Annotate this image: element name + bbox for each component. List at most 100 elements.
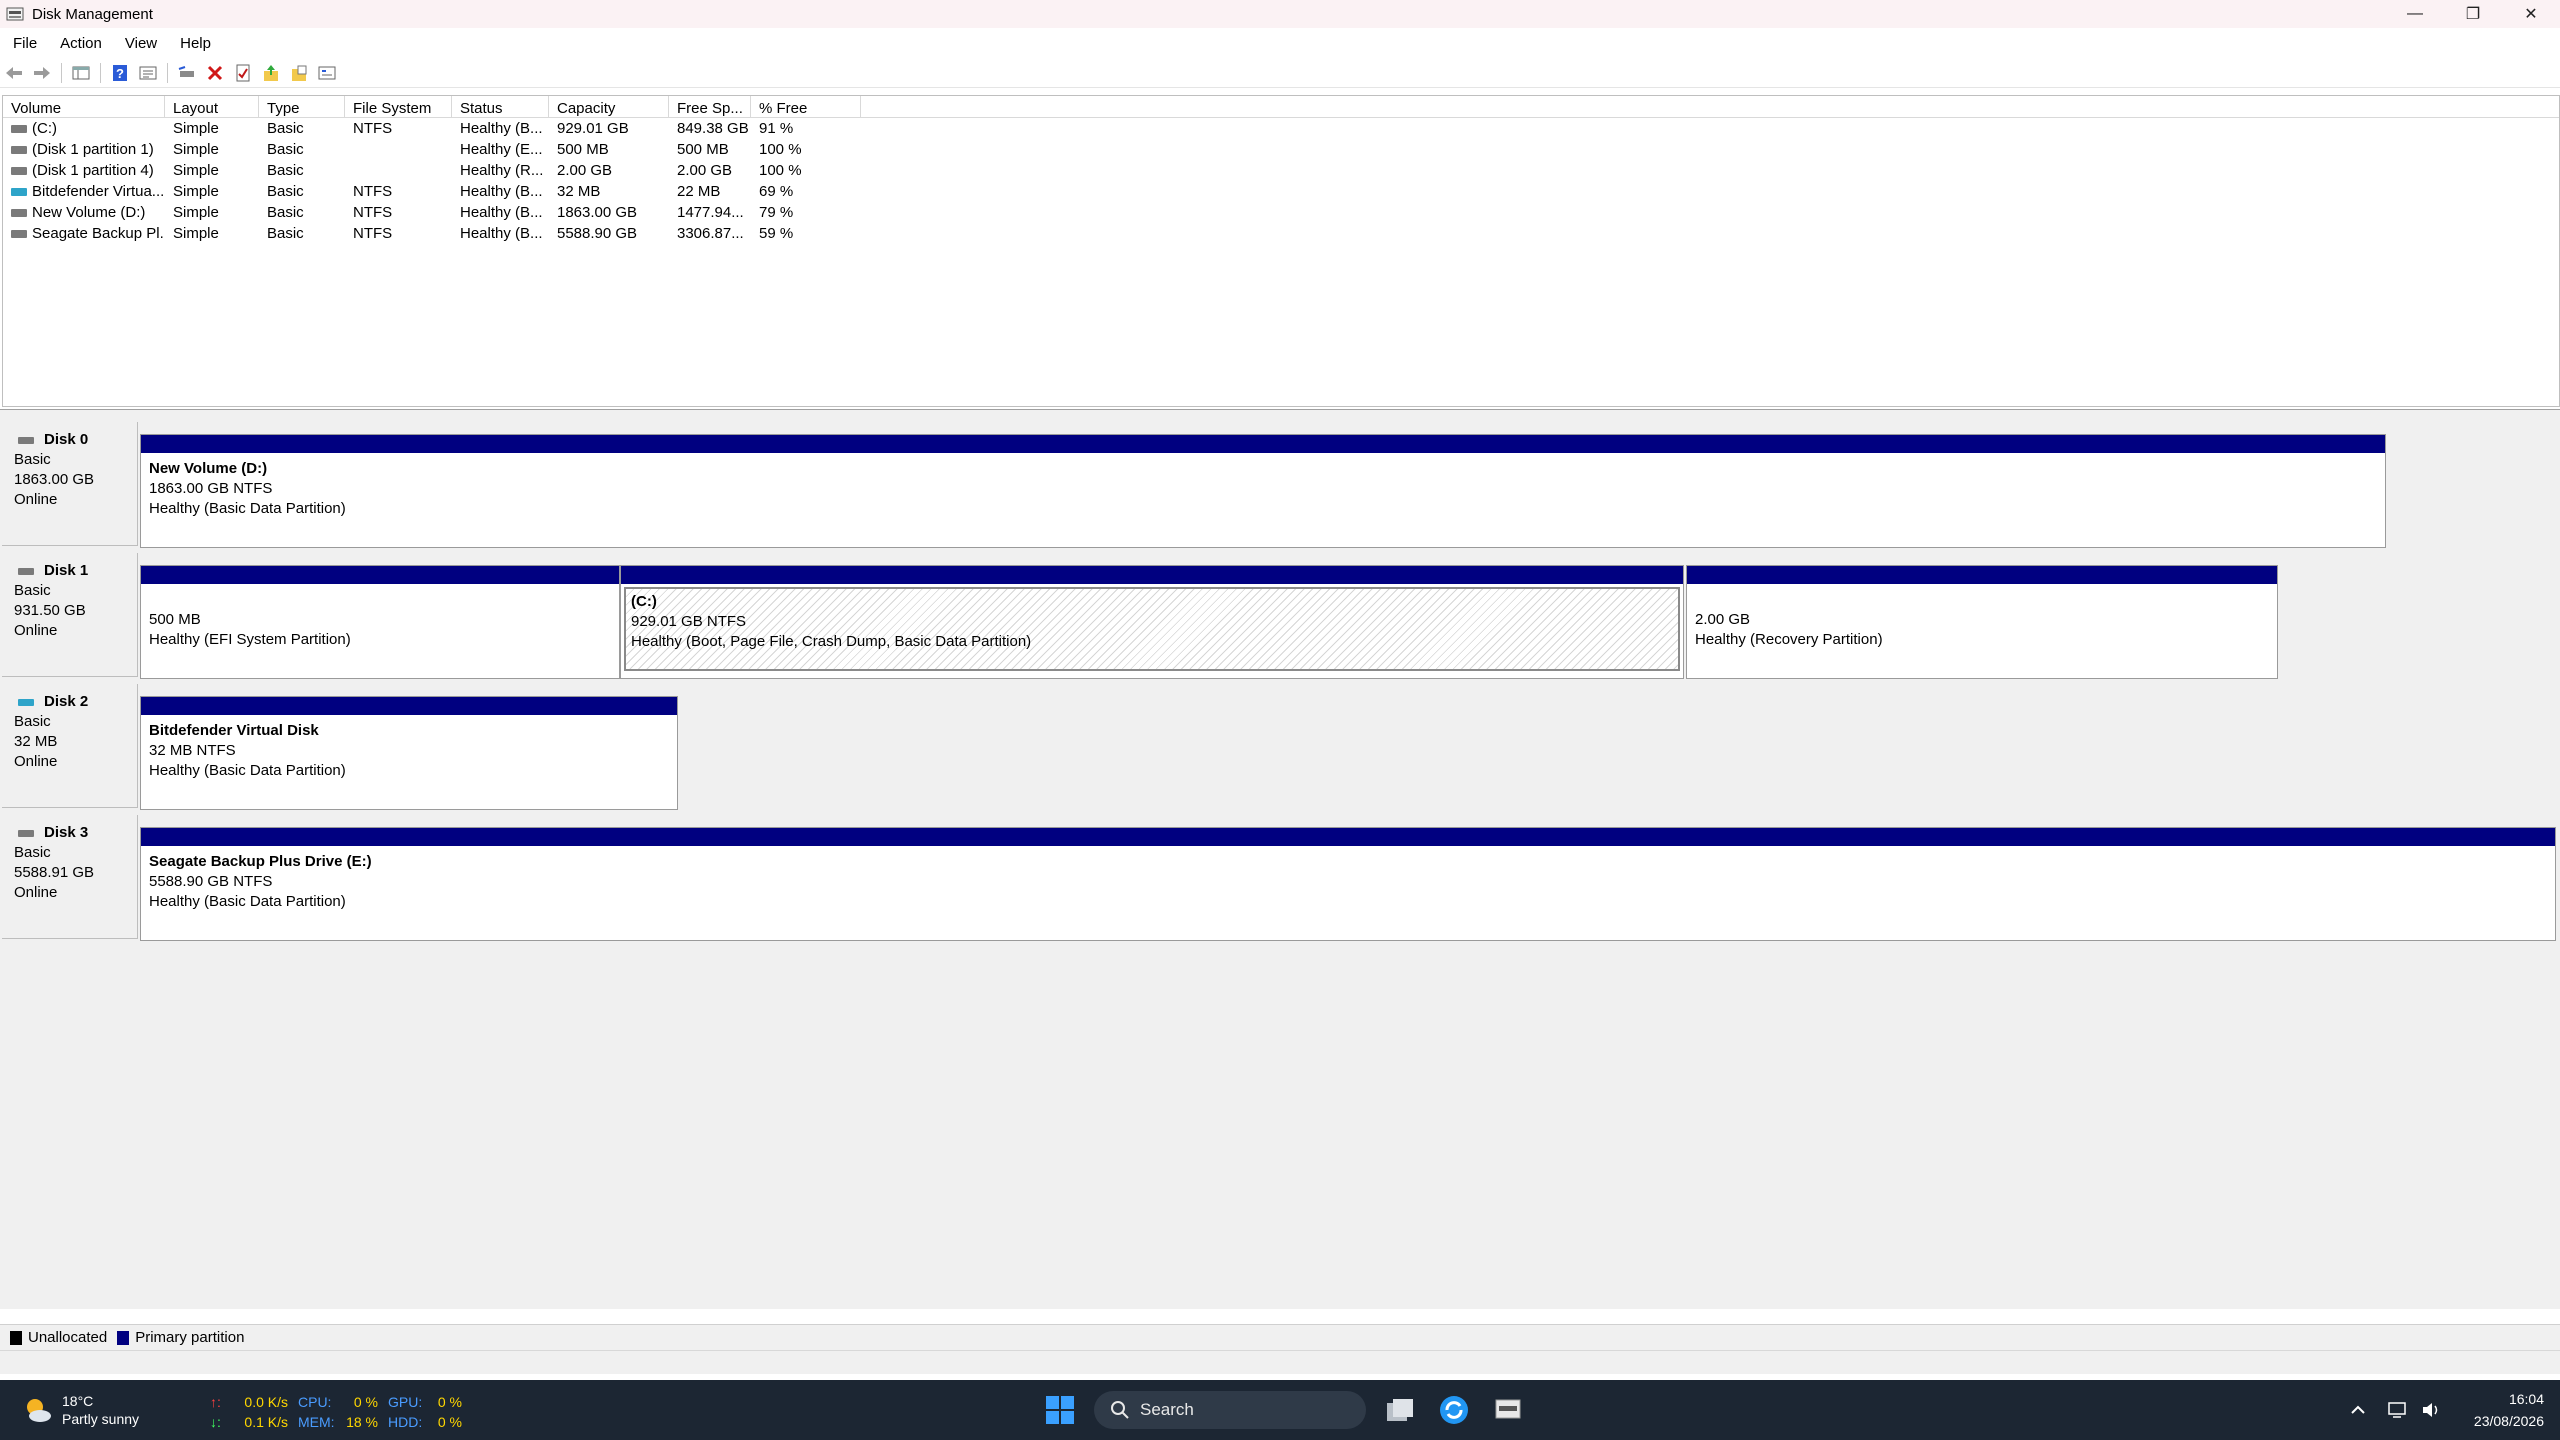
primary-partition-bar xyxy=(141,697,677,715)
partition-size: 32 MB NTFS xyxy=(149,742,236,759)
taskbar: 18°C Partly sunny ↑: 0.0 K/s CPU: 0 % GP… xyxy=(0,1380,2560,1440)
restore-button[interactable]: ❐ xyxy=(2444,0,2502,28)
connect-drive-icon xyxy=(178,65,194,77)
menu-file[interactable]: File xyxy=(0,35,47,52)
export-icon xyxy=(264,64,278,81)
column-type[interactable]: Type xyxy=(259,96,345,117)
start-button[interactable] xyxy=(1040,1390,1080,1430)
cell-status: Healthy (B... xyxy=(460,204,543,221)
console-tree-button[interactable] xyxy=(67,60,95,86)
legend-primary: Primary partition xyxy=(135,1329,245,1346)
disk-row-2: Disk 2 Basic 32 MB Online Bitdefender Vi… xyxy=(0,684,2560,810)
table-row[interactable]: (Disk 1 partition 1) Simple Basic Healthy (… xyxy=(3,139,2559,160)
cell-file-system: NTFS xyxy=(353,204,393,221)
console-tree-icon xyxy=(72,66,90,79)
search-label: Search xyxy=(1140,1400,1194,1419)
cell-volume: (C:) xyxy=(3,120,165,137)
task-view-icon xyxy=(1387,1399,1413,1421)
hdd-value: 0 % xyxy=(437,1414,462,1430)
primary-partition-bar xyxy=(141,828,2555,846)
cpu-label: CPU: xyxy=(298,1394,332,1410)
cell-file-system: NTFS xyxy=(353,183,393,200)
partition-disk3-e[interactable]: Seagate Backup Plus Drive (E:) 5588.90 G… xyxy=(140,827,2556,941)
check-button[interactable] xyxy=(229,60,257,86)
menu-help[interactable]: Help xyxy=(167,35,221,52)
table-row[interactable]: New Volume (D:) Simple Basic NTFS Healthy (B… xyxy=(3,202,2559,223)
menu-action[interactable]: Action xyxy=(47,35,112,52)
partition-disk1-efi[interactable]: 500 MB Healthy (EFI System Partition) xyxy=(140,565,620,679)
primary-partition-bar xyxy=(621,566,1683,584)
partition-disk1-c[interactable]: (C:) 929.01 GB NTFS Healthy (Boot, Page … xyxy=(620,565,1684,679)
partition-status: Healthy (Basic Data Partition) xyxy=(149,893,346,910)
window-controls: — ❐ ✕ xyxy=(2386,0,2560,28)
svg-text:?: ? xyxy=(116,66,124,81)
column-capacity[interactable]: Capacity xyxy=(549,96,669,117)
network-button[interactable] xyxy=(2384,1390,2412,1430)
taskbar-search[interactable]: Search xyxy=(1094,1391,1366,1429)
disk-row-3: Disk 3 Basic 5588.91 GB Online Seagate B… xyxy=(0,815,2560,941)
cpu-value: 0 % xyxy=(353,1394,378,1410)
table-row[interactable]: (C:) Simple Basic NTFS Healthy (B... 929.01 G… xyxy=(3,118,2559,139)
disk-label-3[interactable]: Disk 3 Basic 5588.91 GB Online xyxy=(2,815,138,939)
partition-disk0-d[interactable]: New Volume (D:) 1863.00 GB NTFS Healthy … xyxy=(140,434,2386,548)
table-row[interactable]: Seagate Backup Pl... Simple Basic NTFS Healt… xyxy=(3,223,2559,244)
volume-button[interactable] xyxy=(2418,1390,2446,1430)
table-row[interactable]: (Disk 1 partition 4) Simple Basic Healthy (… xyxy=(3,160,2559,181)
properties-button[interactable] xyxy=(134,60,162,86)
column-percent-free[interactable]: % Free xyxy=(751,96,861,117)
partition-disk2-bitdefender[interactable]: Bitdefender Virtual Disk 32 MB NTFS Heal… xyxy=(140,696,678,810)
delete-button[interactable] xyxy=(201,60,229,86)
forward-button[interactable] xyxy=(28,60,56,86)
column-layout[interactable]: Layout xyxy=(165,96,259,117)
folder-open-button[interactable] xyxy=(285,60,313,86)
sync-app-icon xyxy=(1440,1396,1468,1424)
primary-partition-bar xyxy=(141,435,2385,453)
cell-percent-free: 100 % xyxy=(759,141,802,158)
disk-label-2[interactable]: Disk 2 Basic 32 MB Online xyxy=(2,684,138,808)
column-status[interactable]: Status xyxy=(452,96,549,117)
export-button[interactable] xyxy=(257,60,285,86)
column-file-system[interactable]: File System xyxy=(345,96,452,117)
taskbar-app-disk-management[interactable] xyxy=(1488,1390,1528,1430)
cell-percent-free: 69 % xyxy=(759,183,794,200)
toolbar-separator xyxy=(167,62,168,83)
close-button[interactable]: ✕ xyxy=(2502,0,2560,28)
partition-status: Healthy (Basic Data Partition) xyxy=(149,762,346,779)
weather-widget[interactable]: 18°C Partly sunny xyxy=(22,1392,139,1428)
cell-capacity: 500 MB xyxy=(557,141,609,158)
search-icon xyxy=(1111,1401,1129,1419)
disk-drive-icon xyxy=(18,436,34,444)
table-row[interactable]: Bitdefender Virtua... Simple Basic NTFS Heal… xyxy=(3,181,2559,202)
help-button[interactable]: ? xyxy=(106,60,134,86)
clock[interactable]: 16:04 23/08/2026 xyxy=(2474,1388,2544,1432)
help-icon: ? xyxy=(113,64,127,81)
taskbar-app-sync[interactable] xyxy=(1434,1390,1474,1430)
hdd-label: HDD: xyxy=(388,1414,423,1430)
partly-sunny-icon xyxy=(27,1399,51,1422)
partition-title: Bitdefender Virtual Disk xyxy=(149,722,319,739)
refresh-button[interactable] xyxy=(313,60,341,86)
partition-size: 2.00 GB xyxy=(1695,611,1751,628)
partition-disk1-recovery[interactable]: 2.00 GB Healthy (Recovery Partition) xyxy=(1686,565,2278,679)
cell-volume: (Disk 1 partition 1) xyxy=(3,141,165,158)
partition-size: 500 MB xyxy=(149,611,201,628)
column-free-space[interactable]: Free Sp... xyxy=(669,96,751,117)
cell-capacity: 32 MB xyxy=(557,183,601,200)
windows-logo-icon xyxy=(1046,1396,1074,1424)
disk-drive-icon xyxy=(18,567,34,575)
cell-percent-free: 100 % xyxy=(759,162,802,179)
minimize-button[interactable]: — xyxy=(2386,0,2444,28)
gpu-value: 0 % xyxy=(437,1394,462,1410)
connect-drive-button[interactable] xyxy=(173,60,201,86)
cell-percent-free: 79 % xyxy=(759,204,794,221)
cell-status: Healthy (R... xyxy=(460,162,544,179)
back-button[interactable] xyxy=(0,60,28,86)
disk-drive-icon xyxy=(11,146,27,155)
task-view-button[interactable] xyxy=(1380,1390,1420,1430)
cell-volume: (Disk 1 partition 4) xyxy=(3,162,165,179)
menu-view[interactable]: View xyxy=(112,35,167,52)
column-volume[interactable]: Volume xyxy=(3,96,165,117)
disk-label-0[interactable]: Disk 0 Basic 1863.00 GB Online xyxy=(2,422,138,546)
show-hidden-icons-button[interactable] xyxy=(2344,1390,2372,1430)
disk-label-1[interactable]: Disk 1 Basic 931.50 GB Online xyxy=(2,553,138,677)
